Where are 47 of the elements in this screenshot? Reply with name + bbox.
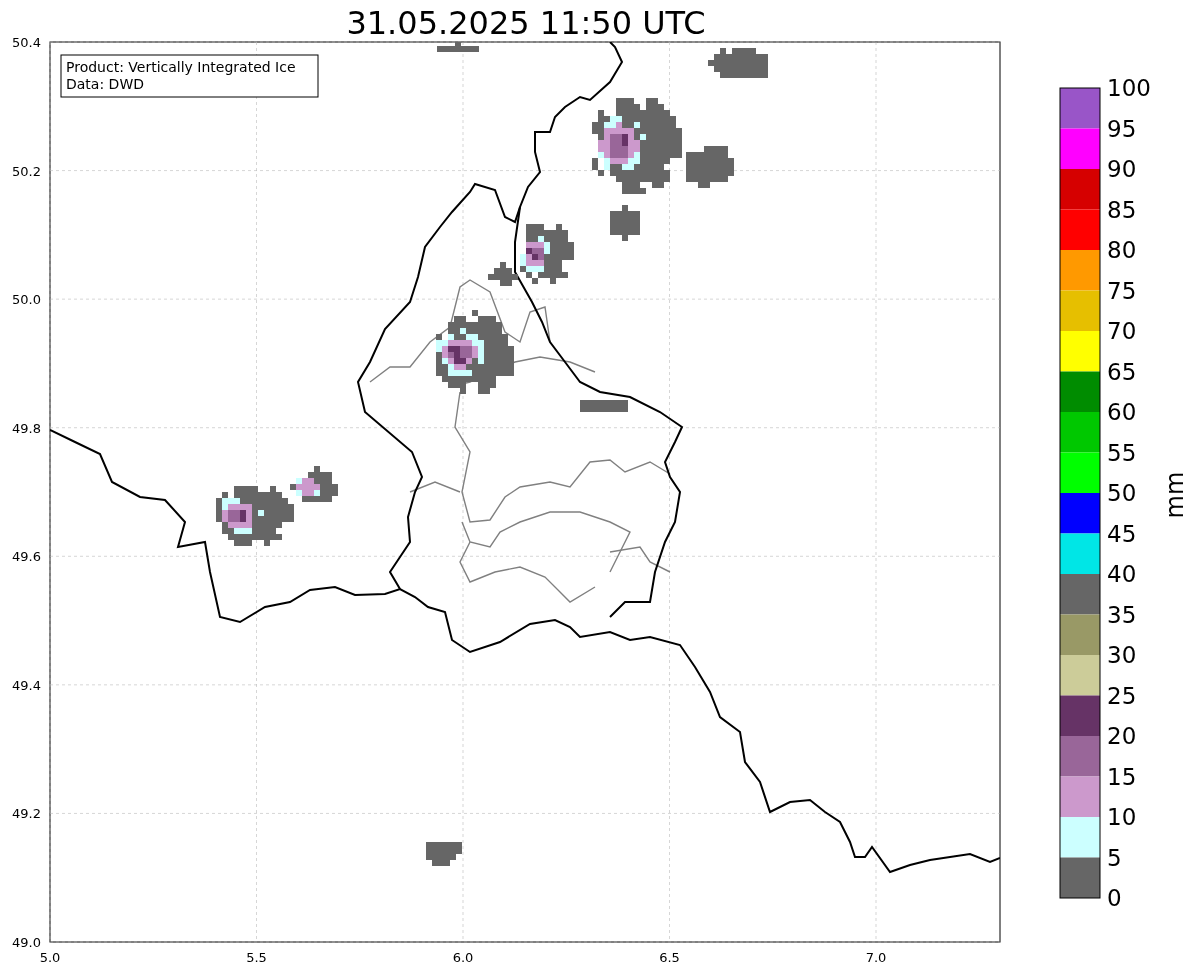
colorbar-tick-label: 80 (1107, 237, 1137, 263)
precipitation-cell (426, 842, 462, 866)
colorbar-tick-label: 15 (1107, 763, 1137, 790)
precipitation-cell (488, 262, 518, 286)
axis-tick-label: 49.4 (12, 677, 41, 693)
colorbar-tick-label: 75 (1107, 277, 1137, 304)
axis-tick-label: 50.4 (12, 35, 41, 50)
colorbar-tick-label: 50 (1107, 480, 1137, 506)
precipitation-cell (290, 466, 338, 502)
axis-tick-label: 49.6 (12, 549, 41, 565)
colorbar-label: mm (1161, 471, 1189, 519)
precipitation-cell (708, 48, 768, 78)
colorbar-tick-label: 25 (1107, 682, 1137, 709)
precipitation-cell (520, 224, 574, 284)
colorbar-tick-label: 35 (1107, 601, 1137, 628)
precipitation-cell (610, 205, 640, 241)
colorbar-tick-label: 60 (1107, 399, 1137, 425)
colorbar-tick-label: 90 (1107, 156, 1137, 182)
colorbar-tick-label: 70 (1107, 318, 1137, 344)
axis-tick-label: 5.5 (246, 950, 267, 965)
info-text: Data: DWD (66, 76, 144, 92)
axis-tick-label: 49.2 (12, 806, 41, 822)
precipitation-cell (686, 146, 734, 188)
colorbar-tick-label: 85 (1107, 196, 1137, 223)
colorbar-tick-label: 5 (1107, 844, 1122, 871)
axis-tick-label: 49.0 (12, 935, 41, 950)
colorbar-tick-label: 55 (1107, 439, 1137, 466)
axis-tick-label: 49.8 (12, 420, 41, 436)
colorbar-tick-label: 40 (1107, 561, 1137, 587)
axis-tick-label: 6.0 (452, 950, 474, 965)
axis-tick-label: 50.0 (12, 292, 41, 308)
colorbar-tick-label: 10 (1107, 804, 1137, 830)
colorbar-tick-label: 30 (1107, 642, 1137, 668)
info-text: Product: Vertically Integrated Ice (66, 59, 296, 75)
chart-title: 31.05.2025 11:50 UTC (346, 4, 706, 42)
axis-tick-label: 5.0 (39, 950, 61, 965)
colorbar-tick-label: 0 (1107, 885, 1122, 911)
colorbar-tick-label: 20 (1107, 723, 1137, 749)
axis-tick-label: 6.5 (659, 950, 680, 965)
precipitation-cell (580, 400, 628, 412)
colorbar-tick-label: 45 (1107, 520, 1137, 547)
colorbar-tick-label: 100 (1107, 75, 1151, 101)
colorbar-tick-label: 65 (1107, 358, 1137, 385)
precipitation-cell (437, 42, 479, 52)
axis-tick-label: 50.2 (12, 163, 41, 179)
axis-tick-label: 7.0 (865, 950, 887, 965)
colorbar-tick-label: 95 (1107, 115, 1137, 142)
